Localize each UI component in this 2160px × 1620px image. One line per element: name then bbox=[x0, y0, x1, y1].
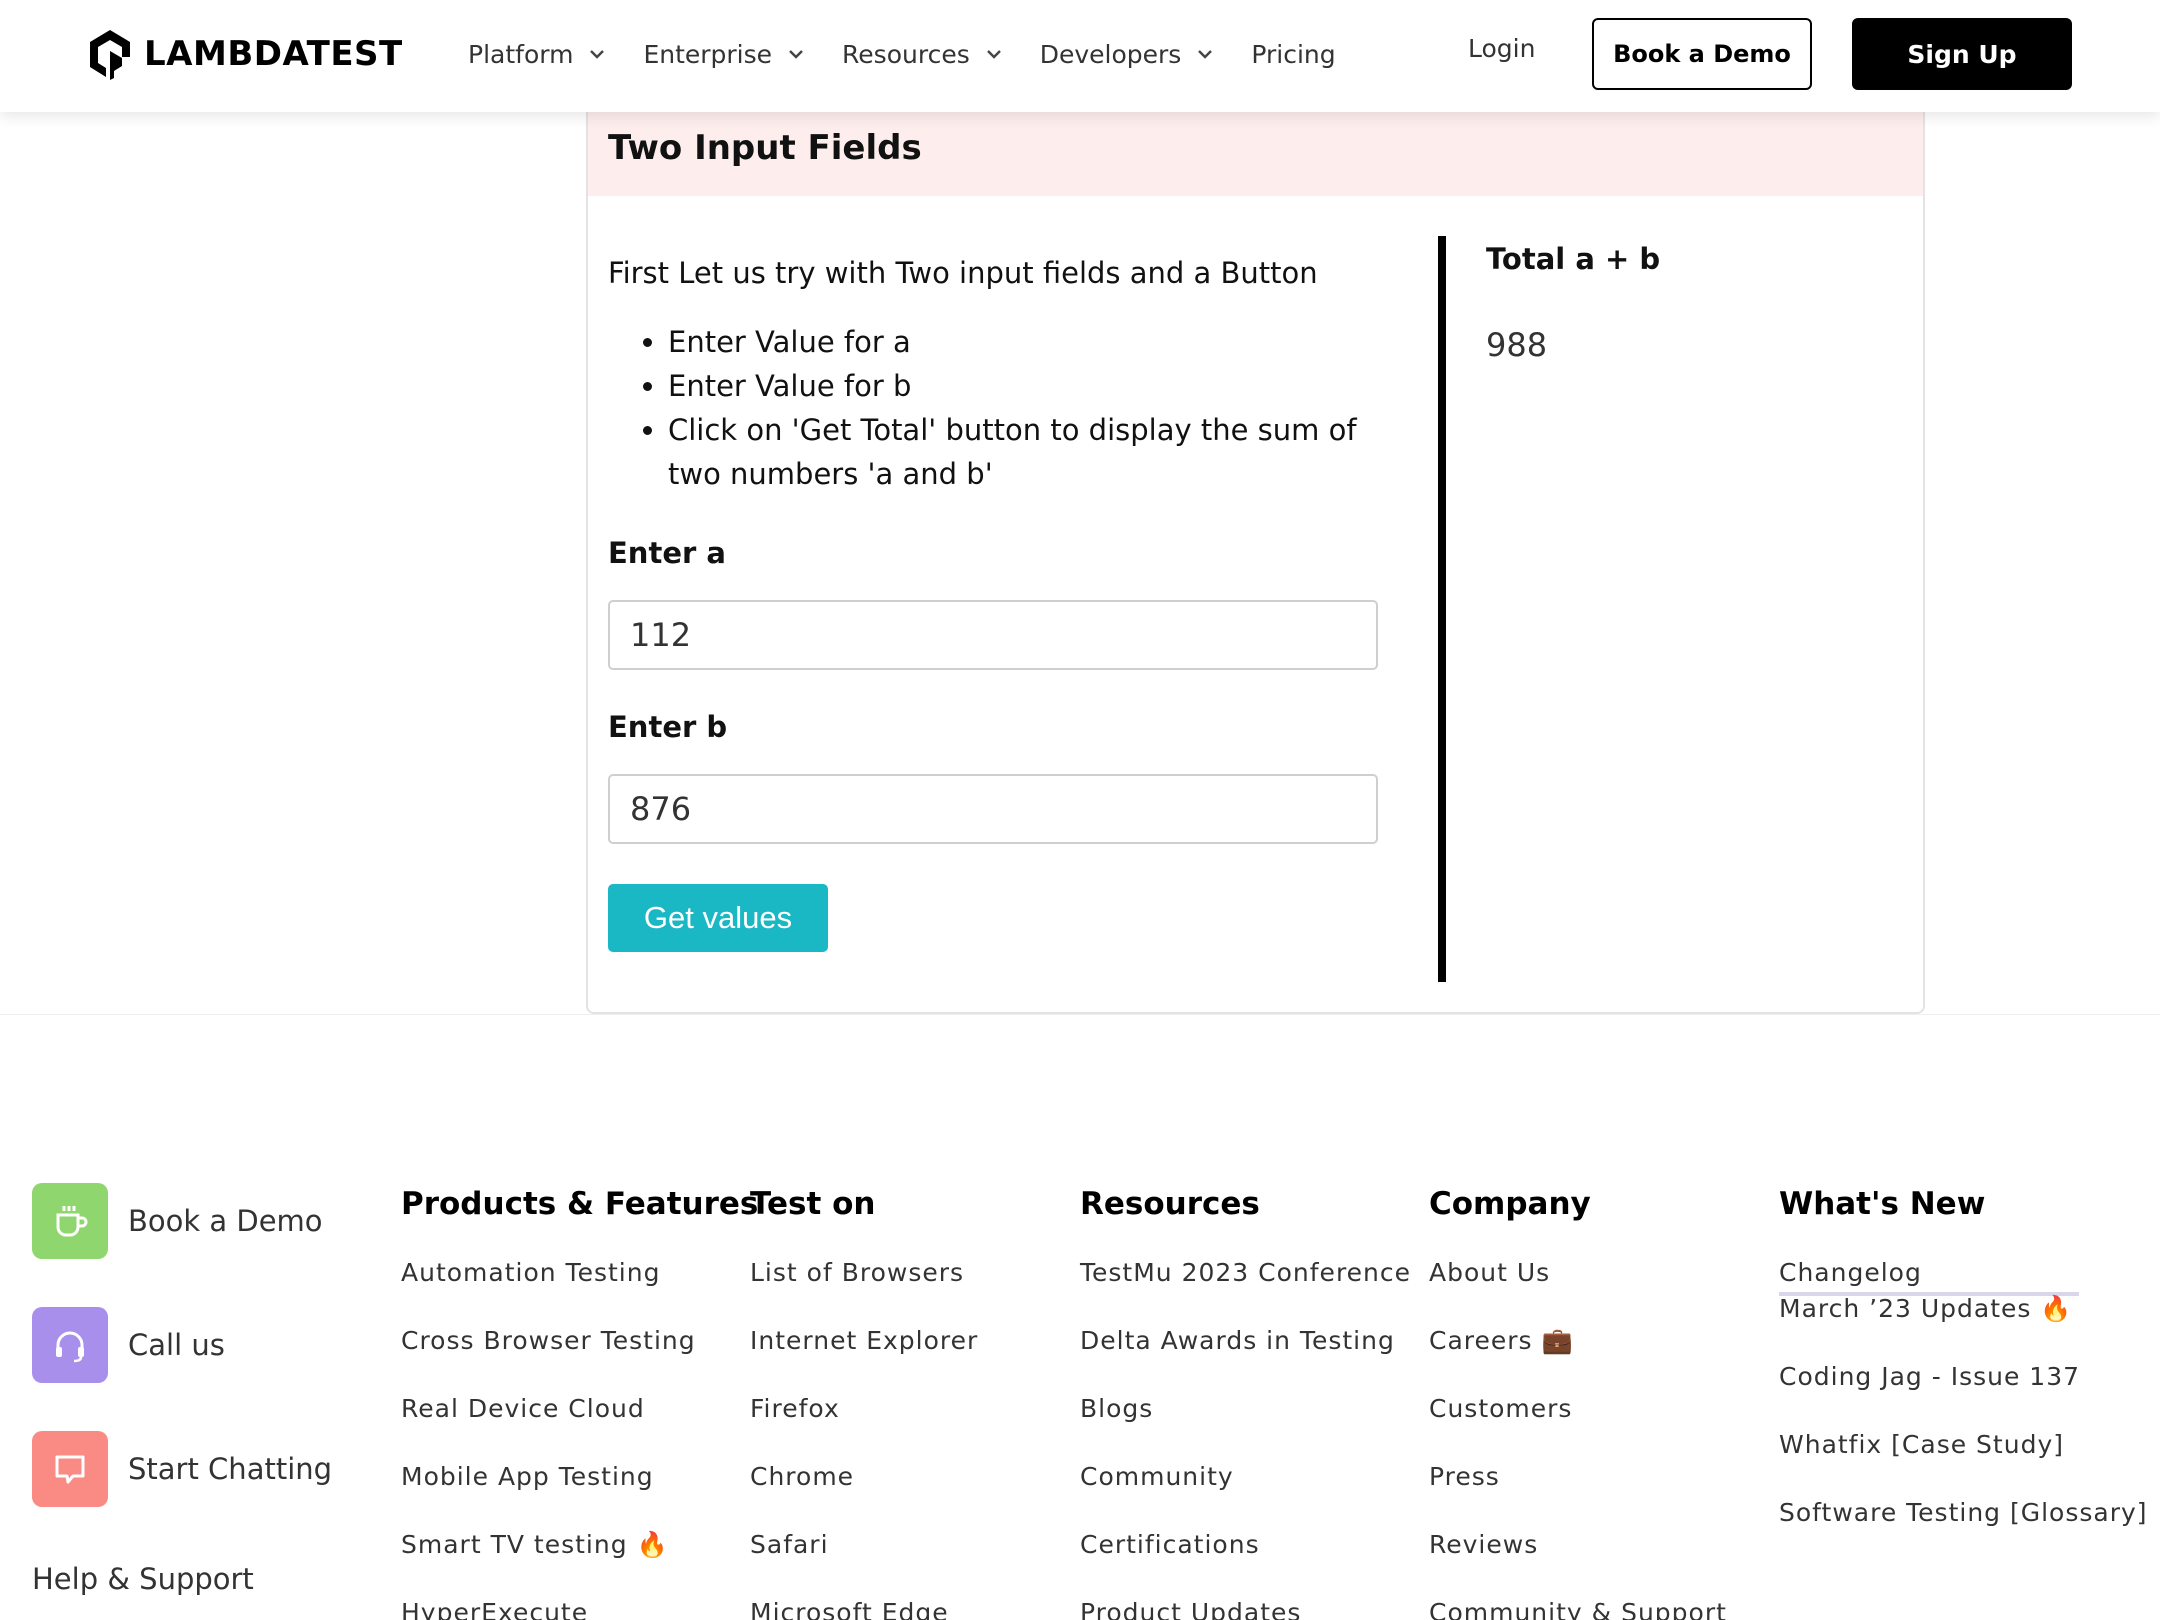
footer-link[interactable]: Cross Browser Testing bbox=[401, 1324, 758, 1392]
intro-text: First Let us try with Two input fields a… bbox=[608, 256, 1318, 290]
card-title: Two Input Fields bbox=[608, 128, 922, 168]
footer-link[interactable]: Chrome bbox=[750, 1460, 978, 1528]
footer-link[interactable]: About Us bbox=[1429, 1256, 1727, 1324]
footer-link[interactable]: TestMu 2023 Conference bbox=[1080, 1256, 1411, 1324]
footer-link[interactable]: Community bbox=[1080, 1460, 1411, 1528]
footer-col-test-on: Test on List of Browsers Internet Explor… bbox=[750, 1186, 978, 1620]
input-a[interactable] bbox=[608, 600, 1378, 670]
vertical-divider bbox=[1438, 236, 1446, 982]
nav-resources-label: Resources bbox=[842, 39, 970, 69]
footer-link[interactable]: List of Browsers bbox=[750, 1256, 978, 1324]
footer-divider bbox=[0, 1014, 2160, 1015]
footer-link[interactable]: Microsoft Edge bbox=[750, 1596, 978, 1620]
footer-link[interactable]: Smart TV testing 🔥 bbox=[401, 1528, 758, 1596]
footer-start-chatting[interactable]: Start Chatting bbox=[32, 1431, 332, 1507]
chevron-down-icon bbox=[986, 50, 1001, 59]
footer-link[interactable]: Certifications bbox=[1080, 1528, 1411, 1596]
footer-col-resources: Resources TestMu 2023 Conference Delta A… bbox=[1080, 1186, 1411, 1620]
label-enter-a: Enter a bbox=[608, 536, 726, 570]
footer-link[interactable]: Real Device Cloud bbox=[401, 1392, 758, 1460]
nav-platform-label: Platform bbox=[468, 39, 574, 69]
step-item: Enter Value for a bbox=[668, 320, 1368, 364]
footer-col-products: Products & Features Automation Testing C… bbox=[401, 1186, 758, 1620]
step-item: Click on 'Get Total' button to display t… bbox=[668, 408, 1368, 496]
footer-col-whats-new: What's New Changelog March ’23 Updates 🔥… bbox=[1779, 1186, 2148, 1564]
steps-list: Enter Value for a Enter Value for b Clic… bbox=[668, 320, 1368, 496]
footer-link[interactable]: Reviews bbox=[1429, 1528, 1727, 1596]
footer-link[interactable]: Internet Explorer bbox=[750, 1324, 978, 1392]
card-header: Two Input Fields bbox=[588, 108, 1923, 196]
footer-link[interactable]: Whatfix [Case Study] bbox=[1779, 1428, 2148, 1496]
footer-link[interactable]: Safari bbox=[750, 1528, 978, 1596]
coffee-cup-icon bbox=[32, 1183, 108, 1259]
nav-pricing-label: Pricing bbox=[1251, 39, 1336, 69]
chevron-down-icon bbox=[590, 50, 605, 59]
top-navbar: LAMBDATEST Platform Enterprise Resources… bbox=[0, 0, 2160, 112]
headset-icon bbox=[32, 1307, 108, 1383]
footer-col-title: Products & Features bbox=[401, 1186, 759, 1222]
footer-link[interactable]: Firefox bbox=[750, 1392, 978, 1460]
footer-link[interactable]: March ’23 Updates 🔥 bbox=[1779, 1292, 2148, 1360]
footer-link[interactable]: Software Testing [Glossary] bbox=[1779, 1496, 2148, 1564]
logo[interactable]: LAMBDATEST bbox=[86, 26, 403, 82]
footer-col-title: Company bbox=[1429, 1186, 1591, 1222]
footer-call-us-label: Call us bbox=[128, 1328, 225, 1362]
nav-resources[interactable]: Resources bbox=[842, 40, 1004, 69]
login-link[interactable]: Login bbox=[1468, 34, 1535, 63]
chevron-down-icon bbox=[1198, 50, 1213, 59]
footer-call-us[interactable]: Call us bbox=[32, 1307, 225, 1383]
footer-link[interactable]: Product Updates bbox=[1080, 1596, 1411, 1620]
sign-up-button[interactable]: Sign Up bbox=[1852, 18, 2072, 90]
footer-link[interactable]: Customers bbox=[1429, 1392, 1727, 1460]
nav-developers[interactable]: Developers bbox=[1040, 40, 1216, 69]
two-input-fields-card: Two Input Fields First Let us try with T… bbox=[586, 108, 1925, 1014]
label-enter-b: Enter b bbox=[608, 710, 728, 744]
logo-text: LAMBDATEST bbox=[144, 34, 403, 74]
nav-pricing[interactable]: Pricing bbox=[1251, 40, 1335, 69]
page: LAMBDATEST Platform Enterprise Resources… bbox=[0, 0, 2160, 1620]
footer-book-demo-label: Book a Demo bbox=[128, 1204, 323, 1238]
footer-col-title: Test on bbox=[750, 1186, 876, 1222]
footer-link[interactable]: Press bbox=[1429, 1460, 1727, 1528]
footer-link[interactable]: Community & Support bbox=[1429, 1596, 1727, 1620]
footer-link[interactable]: Automation Testing bbox=[401, 1256, 758, 1324]
footer-link[interactable]: Delta Awards in Testing bbox=[1080, 1324, 1411, 1392]
footer-link[interactable]: HyperExecute bbox=[401, 1596, 758, 1620]
book-demo-button[interactable]: Book a Demo bbox=[1592, 18, 1812, 90]
nav-enterprise[interactable]: Enterprise bbox=[643, 40, 806, 69]
get-values-button[interactable]: Get values bbox=[608, 884, 828, 952]
main-nav: Platform Enterprise Resources Developers… bbox=[468, 0, 1336, 108]
input-b[interactable] bbox=[608, 774, 1378, 844]
chevron-down-icon bbox=[789, 50, 803, 59]
footer-link[interactable]: Coding Jag - Issue 137 bbox=[1779, 1360, 2148, 1428]
nav-enterprise-label: Enterprise bbox=[643, 39, 773, 69]
nav-developers-label: Developers bbox=[1039, 39, 1182, 69]
footer-start-chatting-label: Start Chatting bbox=[128, 1452, 333, 1486]
chat-bubble-icon bbox=[32, 1431, 108, 1507]
step-item: Enter Value for b bbox=[668, 364, 1368, 408]
footer-link[interactable]: Blogs bbox=[1080, 1392, 1411, 1460]
footer-col-title: Resources bbox=[1080, 1186, 1260, 1222]
total-label: Total a + b bbox=[1486, 242, 1661, 276]
footer-link[interactable]: Careers 💼 bbox=[1429, 1324, 1727, 1392]
footer-col-title: What's New bbox=[1779, 1186, 1986, 1222]
footer-book-demo[interactable]: Book a Demo bbox=[32, 1183, 323, 1259]
lambdatest-logo-icon bbox=[90, 30, 130, 80]
help-support-heading: Help & Support bbox=[32, 1562, 254, 1596]
total-value: 988 bbox=[1486, 326, 1548, 364]
footer-col-company: Company About Us Careers 💼 Customers Pre… bbox=[1429, 1186, 1727, 1620]
footer-link[interactable]: Mobile App Testing bbox=[401, 1460, 758, 1528]
nav-platform[interactable]: Platform bbox=[468, 40, 607, 69]
